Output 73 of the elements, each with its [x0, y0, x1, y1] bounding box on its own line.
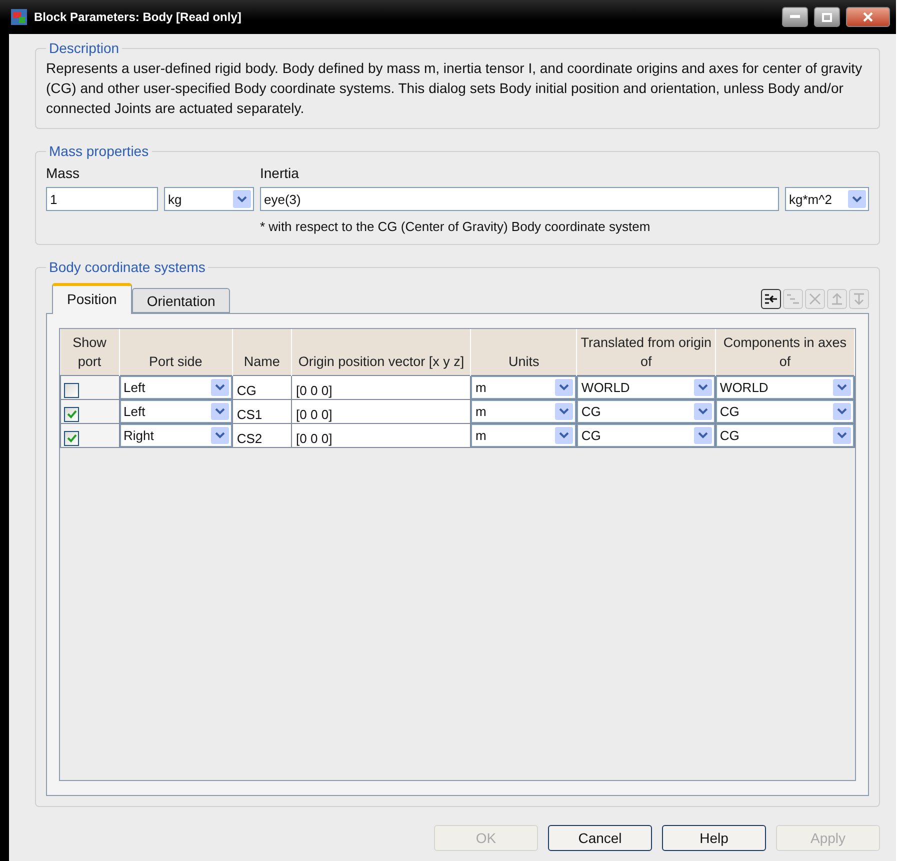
chevron-down-icon	[559, 432, 570, 439]
chevron-down-icon	[837, 408, 847, 415]
chevron-down-icon	[698, 408, 708, 415]
frame-dropdown[interactable]: CG	[577, 424, 715, 447]
chevron-down-icon	[698, 384, 708, 391]
frame-dropdown[interactable]: CG	[577, 400, 715, 423]
close-button[interactable]	[846, 7, 890, 27]
column-header: Translated from origin of	[576, 329, 716, 376]
checkbox[interactable]	[64, 383, 79, 398]
units-dropdown[interactable]: m	[471, 424, 576, 447]
column-header: Components in axes of	[715, 329, 854, 376]
maximize-button[interactable]	[814, 7, 840, 27]
close-icon	[863, 12, 873, 22]
field-label: Mass	[46, 165, 80, 181]
axes-dropdown[interactable]: WORLD	[716, 376, 854, 399]
units-dropdown[interactable]: m	[471, 400, 576, 423]
mass-field[interactable]: 1	[46, 187, 158, 211]
units-dropdown[interactable]: m	[471, 376, 576, 399]
table-cell-text: CS1	[236, 406, 264, 422]
column-header: Port side	[119, 329, 232, 376]
chevron-down-icon	[214, 432, 225, 439]
port-side-dropdown[interactable]: Right	[120, 424, 232, 447]
checkbox[interactable]	[64, 407, 79, 422]
chevron-down-icon	[559, 408, 570, 415]
axes-dropdown[interactable]: CG	[716, 424, 854, 447]
inertia-field[interactable]: eye(3)	[260, 187, 779, 211]
move-up-icon	[831, 293, 843, 305]
group-title: Body coordinate systems	[48, 259, 206, 275]
chevron-down-icon	[214, 384, 225, 391]
checkmark-icon	[66, 410, 76, 419]
chevron-down-icon	[852, 196, 862, 202]
toolbar-button[interactable]	[761, 289, 781, 309]
table-cell-text: [0 0 0]	[295, 406, 334, 422]
table-cell-text: CS2	[236, 430, 264, 446]
indent-icon	[786, 293, 800, 305]
chevron-down-icon	[837, 384, 847, 391]
group-title: Description	[48, 40, 120, 56]
minimize-button[interactable]	[782, 7, 808, 27]
chevron-down-icon	[559, 384, 570, 391]
description-text: Represents a user-defined rigid body. Body defined by mass m, inertia tensor I, and coordinate origins and axes for center of gravity (CG) and other user-specified Body coordinate systems. This dialog sets Body initial position and orientation, unless Body and/or connected Joints are actuated separately.	[46, 59, 864, 118]
move-down-icon	[853, 293, 865, 305]
checkbox[interactable]	[64, 431, 79, 446]
delete-icon	[809, 293, 821, 305]
unit-dropdown[interactable]: kg	[164, 187, 254, 211]
chevron-down-icon	[214, 408, 225, 415]
window-title: Block Parameters: Body [Read only]	[34, 10, 242, 24]
tab[interactable]: Orientation	[132, 288, 230, 313]
axes-dropdown[interactable]: CG	[716, 400, 854, 423]
dialog-button[interactable]: Cancel	[548, 825, 652, 851]
port-side-dropdown[interactable]: Left	[120, 376, 232, 399]
chevron-down-icon	[237, 196, 247, 202]
maximize-icon	[822, 12, 832, 22]
table-cell-text: [0 0 0]	[295, 430, 334, 446]
insert-arrow-icon	[764, 293, 778, 305]
port-side-dropdown[interactable]: Left	[120, 400, 232, 423]
column-header: Origin position vector [x y z]	[292, 329, 471, 376]
table-cell-text: CG	[236, 382, 258, 398]
chevron-down-icon	[698, 432, 708, 439]
column-header: Units	[470, 329, 577, 376]
note-text: * with respect to the CG (Center of Gravity) Body coordinate system	[260, 218, 652, 234]
tab[interactable]: Position	[52, 283, 132, 314]
dialog-button[interactable]: Help	[662, 825, 766, 851]
app-icon	[10, 8, 28, 26]
chevron-down-icon	[837, 432, 847, 439]
minimize-icon	[790, 15, 800, 19]
group-title: Mass properties	[48, 143, 150, 159]
unit-dropdown[interactable]: kg*m^2	[785, 187, 869, 211]
checkmark-icon	[66, 434, 76, 443]
column-header: Show port	[60, 329, 120, 376]
column-header: Name	[232, 329, 292, 376]
frame-dropdown[interactable]: WORLD	[577, 376, 715, 399]
field-label: Inertia	[260, 165, 300, 181]
table-cell-text: [0 0 0]	[295, 382, 334, 398]
